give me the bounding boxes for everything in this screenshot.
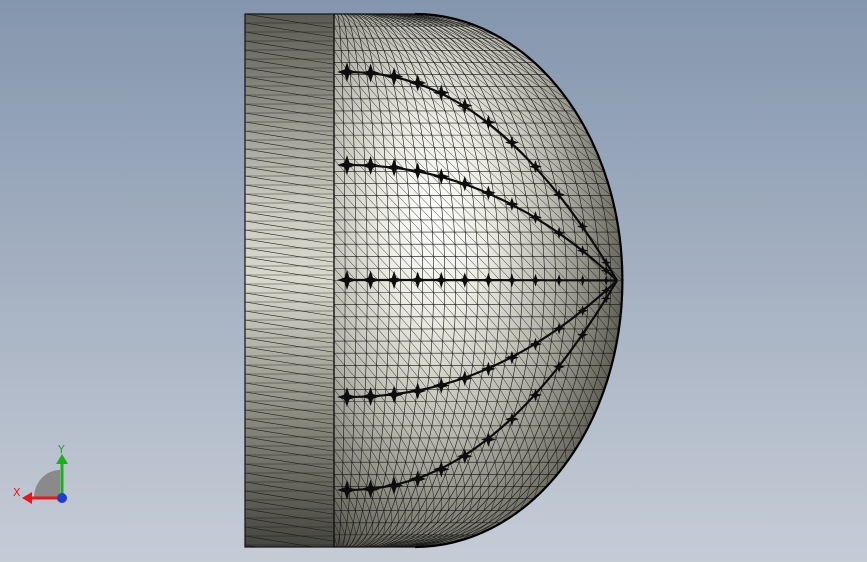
coordinate-triad: Y X [13,443,68,504]
x-arrow-icon [22,492,32,504]
cylinder-section[interactable] [244,13,336,559]
graphics-viewport[interactable]: Y X [0,0,867,562]
y-axis-label: Y [57,443,65,456]
x-axis-label: X [13,486,21,499]
z-axis-icon [57,493,67,503]
model-mesh[interactable] [0,0,867,562]
triad-plane-icon [34,470,60,498]
dome-section[interactable] [333,12,624,549]
